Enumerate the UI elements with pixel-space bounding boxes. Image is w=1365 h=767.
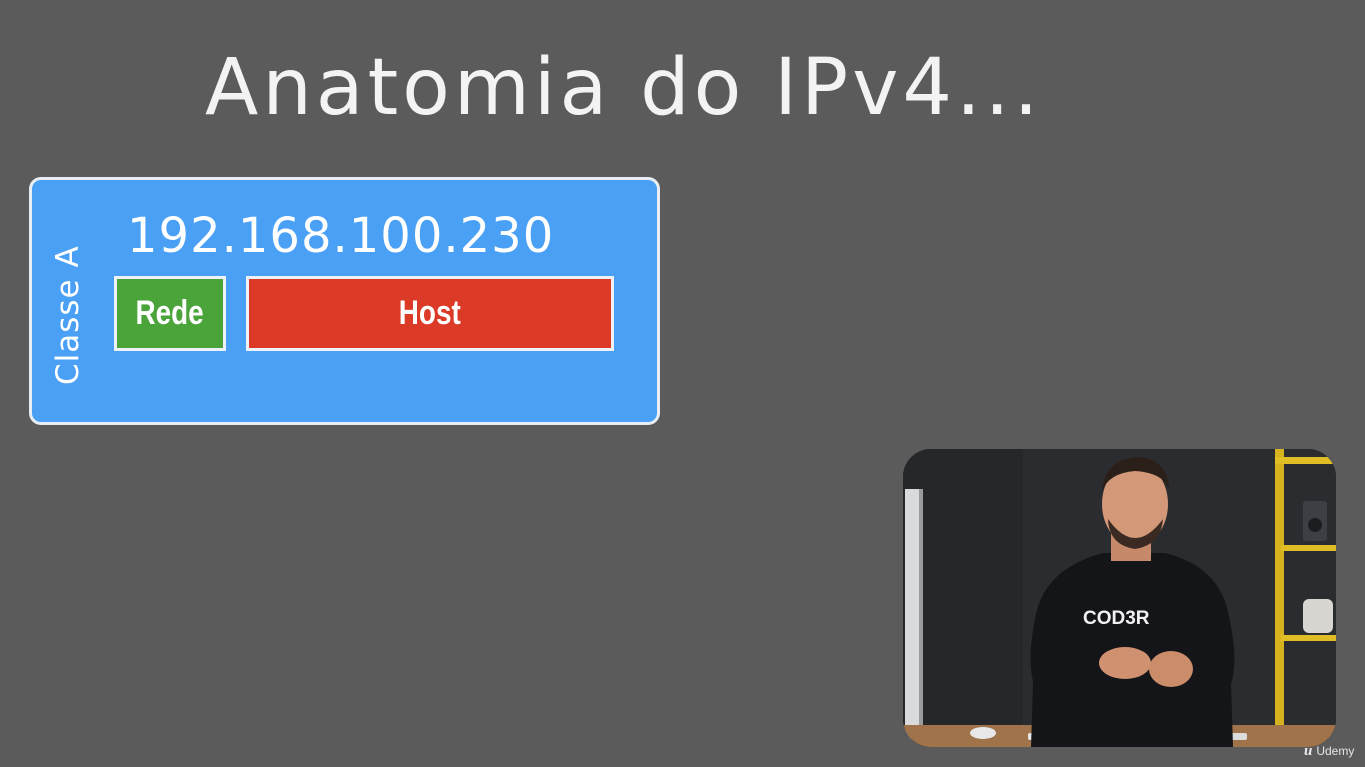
presenter-scene: COD3R xyxy=(903,449,1336,747)
monitor-edge xyxy=(905,489,921,739)
ip-class-card: Classe A 192.168.100.230 Rede Host xyxy=(29,177,660,425)
class-label: Classe A xyxy=(50,245,86,385)
host-label: Host xyxy=(399,294,461,332)
udemy-label: Udemy xyxy=(1316,744,1355,758)
ip-address: 192.168.100.230 xyxy=(127,208,555,264)
host-segment: Host xyxy=(246,276,614,351)
network-label: Rede xyxy=(135,294,205,332)
shelf xyxy=(1275,449,1284,747)
network-segment: Rede xyxy=(114,276,226,351)
udemy-logo-icon: u xyxy=(1304,742,1313,759)
udemy-watermark: u Udemy xyxy=(1304,740,1364,762)
presenter-webcam: COD3R xyxy=(903,449,1336,747)
shirt-logo: COD3R xyxy=(1083,608,1150,629)
slide-title: Anatomia do IPv4... xyxy=(205,43,1043,133)
lecture-video-frame[interactable]: Anatomia do IPv4... Classe A 192.168.100… xyxy=(0,0,1365,767)
